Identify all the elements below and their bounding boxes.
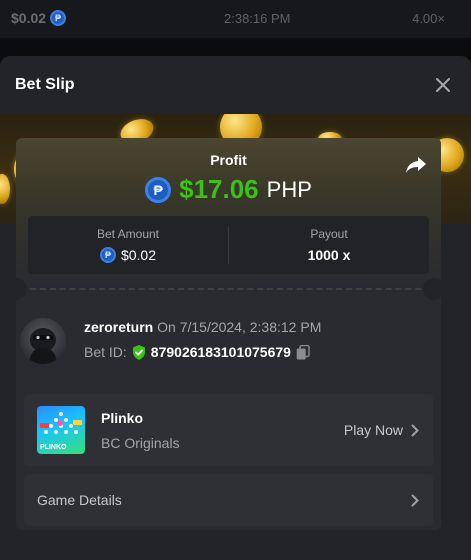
profit-section: Profit ₱ $17.06 PHP Bet Amount ₱ $0.02 P… [16,138,441,288]
user-row: zeroreturn On 7/15/2024, 2:38:12 PM Bet … [20,318,420,378]
share-icon [406,157,426,173]
avatar[interactable] [20,318,66,364]
background-bet-row: $0.02 ₱ 2:38:16 PM 4.00× [0,0,471,38]
game-row[interactable]: PLINKO Plinko BC Originals Play Now [24,394,433,466]
user-line: zeroreturn On 7/15/2024, 2:38:12 PM [84,319,321,335]
profit-currency: PHP [266,176,312,202]
verified-shield-icon [132,344,145,360]
peso-coin-icon: ₱ [99,247,116,263]
payout-value: 1000 x [307,247,351,263]
background-amount: $0.02 ₱ [11,10,67,26]
game-provider: BC Originals [101,434,180,451]
ninja-avatar-icon [29,328,57,364]
bet-amount-stat: Bet Amount ₱ $0.02 [28,216,228,274]
dashed-divider [30,288,441,290]
username[interactable]: zeroreturn [84,319,153,335]
copy-icon [296,344,310,359]
background-multiplier: 4.00× [412,11,445,26]
ticket-notch-left [5,278,27,300]
ticket-notch-right [423,278,445,300]
peso-coin-icon: ₱ [145,176,172,203]
payout-label: Payout [310,227,348,241]
bet-amount-label: Bet Amount [96,227,160,241]
bet-id-label: Bet ID: [84,344,127,360]
bet-slip-modal: Bet Slip Profit ₱ $17.06 PHP Bet Amount … [0,56,471,560]
game-details-row[interactable]: Game Details [24,474,433,526]
ticket-perforation [0,278,471,300]
share-button[interactable] [403,152,429,178]
payout-stat: Payout 1000 x [229,216,429,274]
profit-amount: $17.06 [179,174,259,204]
chevron-right-icon [411,424,419,436]
close-button[interactable] [431,73,455,97]
modal-header: Bet Slip [0,56,471,114]
modal-title: Bet Slip [15,76,75,93]
copy-button[interactable] [296,344,310,360]
bet-amount-value: ₱ $0.02 [99,247,156,263]
user-info: zeroreturn On 7/15/2024, 2:38:12 PM Bet … [84,318,321,360]
bet-id-line: Bet ID: 879026183101075679 [84,344,321,360]
profit-label: Profit [210,152,247,168]
bet-id-value: 879026183101075679 [150,344,291,360]
chevron-right-icon [411,494,419,506]
plinko-thumbnail: PLINKO [37,406,85,454]
gold-coin-decoration [0,174,10,204]
peso-coin-icon: ₱ [50,10,67,26]
close-icon [436,78,450,92]
play-now-label: Play Now [343,422,403,438]
bet-date: On 7/15/2024, 2:38:12 PM [157,319,322,335]
game-details-label: Game Details [37,492,122,508]
profit-row: ₱ $17.06 PHP [16,174,441,205]
play-now-button[interactable]: Play Now [344,422,419,438]
background-time: 2:38:16 PM [224,11,291,26]
game-name: Plinko [101,409,144,426]
game-text: Plinko BC Originals [101,410,180,451]
plinko-thumb-text: PLINKO [40,444,67,451]
stats-panel: Bet Amount ₱ $0.02 Payout 1000 x [28,216,429,274]
